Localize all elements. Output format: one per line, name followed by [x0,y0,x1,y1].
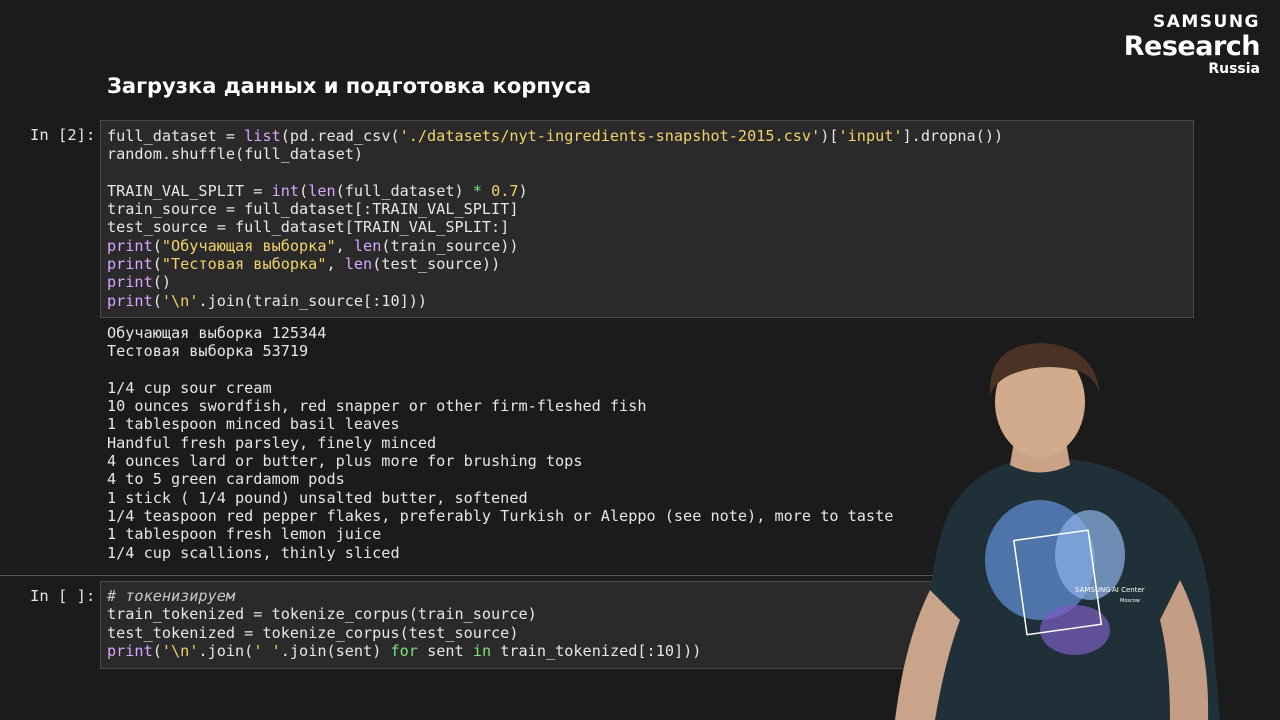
output-line: Тестовая выборка 53719 [107,342,309,361]
shirt-brand: SAMSUNG [1075,586,1111,594]
output-line: 1/4 teaspoon red pepper flakes, preferab… [107,506,894,525]
logo-samsung: SAMSUNG [1152,12,1260,32]
shirt-center: AI Center [1112,586,1145,594]
output-line: 1 tablespoon minced basil leaves [107,415,400,434]
logo-russia: Russia [1208,61,1260,77]
code-line: test_tokenized = tokenize_corpus(test_so… [107,623,519,642]
output-line: 4 to 5 green cardamom pods [107,470,345,489]
code-line: print() [107,273,172,292]
output-line: 1 tablespoon fresh lemon juice [107,525,382,544]
presenter-image: SAMSUNG AI Center Moscow [895,343,1220,720]
output-line: 1/4 cup sour cream [107,378,272,397]
code-line: print('\n'.join(' '.join(sent) for sent … [107,641,702,660]
output-line: Handful fresh parsley, finely minced [107,433,437,452]
code-comment: # токенизируем [107,587,236,605]
cell-separator [0,575,1010,576]
logo-research: Research [1123,31,1261,62]
code-line: print("Тестовая выборка", len(test_sourc… [107,255,501,274]
code-line: test_source = full_dataset[TRAIN_VAL_SPL… [107,218,510,237]
cell1-prompt: In [2]: [30,126,96,144]
code-line: train_tokenized = tokenize_corpus(train_… [107,605,537,624]
cell2-prompt: In [ ]: [30,587,96,605]
output-line: 10 ounces swordfish, red snapper or othe… [107,397,647,416]
output-line: 4 ounces lard or butter, plus more for b… [107,452,583,471]
output-line: Обучающая выборка 125344 [107,324,327,342]
code-line: TRAIN_VAL_SPLIT = int(len(full_dataset) … [107,181,528,200]
code-line: print('\n'.join(train_source[:10])) [107,291,428,310]
slide-title: Загрузка данных и подготовка корпуса [107,74,592,98]
code-line: full_dataset = list(pd.read_csv('./datas… [107,127,1004,145]
code-line: print("Обучающая выборка", len(train_sou… [107,236,519,255]
samsung-research-logo: SAMSUNG Research Russia [1123,12,1261,77]
cell2-code[interactable]: # токенизируем train_tokenized = tokeniz… [107,587,701,660]
shirt-city: Moscow [1120,598,1140,604]
output-line: 1/4 cup scallions, thinly sliced [107,543,400,562]
output-line: 1 stick ( 1/4 pound) unsalted butter, so… [107,488,528,507]
code-line: train_source = full_dataset[:TRAIN_VAL_S… [107,200,519,219]
code-line: random.shuffle(full_dataset) [107,145,364,164]
cell1-output: Обучающая выборка 125344 Тестовая выборк… [107,324,893,562]
cell1-code[interactable]: full_dataset = list(pd.read_csv('./datas… [107,127,1003,310]
